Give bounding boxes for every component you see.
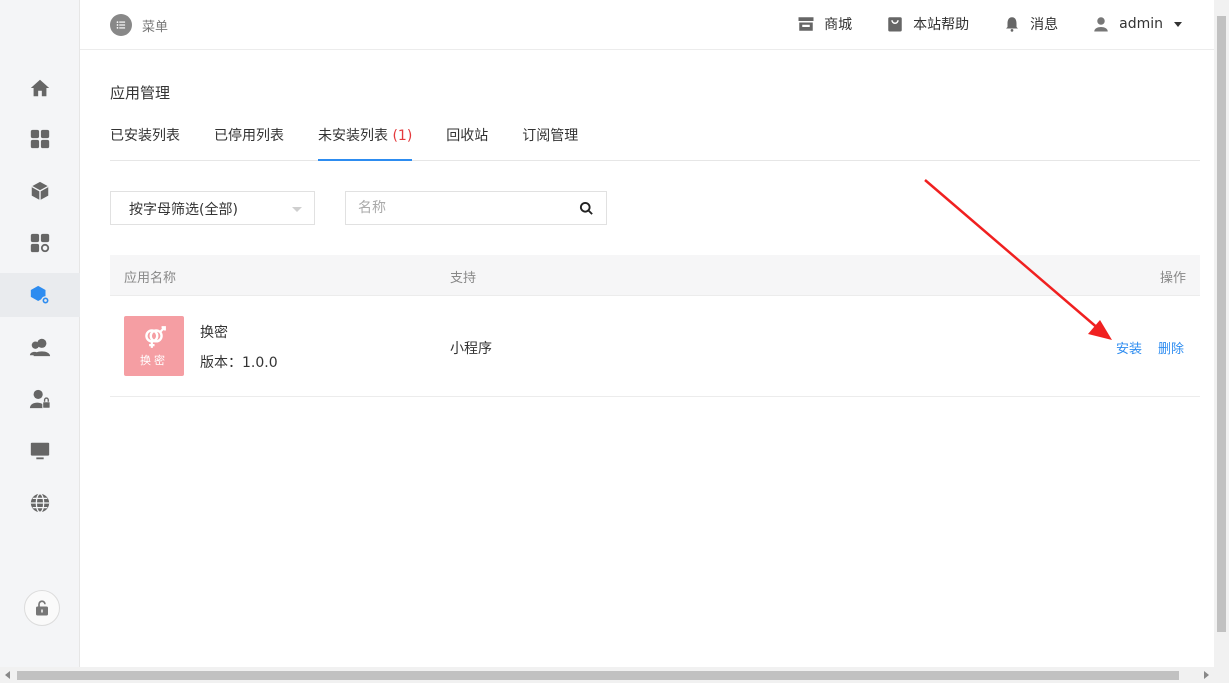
scrollbar-corner: [1214, 667, 1229, 683]
caret-down-icon: [1174, 21, 1182, 27]
tab-label: 已安装列表: [110, 128, 180, 144]
sidebar-item-permissions[interactable]: [0, 377, 80, 421]
cube-icon: [31, 181, 49, 201]
grid-icon: [30, 129, 50, 149]
lock-icon: [36, 600, 48, 616]
user-label: admin: [1119, 16, 1163, 32]
column-header-support: 支持: [450, 271, 477, 286]
tab-recycle-bin[interactable]: 回收站: [446, 126, 488, 161]
tab-bar: 已安装列表 已停用列表 未安装列表 (1) 回收站 订阅管理: [110, 126, 1200, 161]
menu-toggle[interactable]: 菜单: [110, 14, 168, 36]
sidebar-item-app-management[interactable]: [0, 273, 80, 317]
horizontal-scrollbar[interactable]: [0, 667, 1214, 683]
tab-count-badge: (1): [392, 128, 413, 144]
sidebar-item-home[interactable]: [0, 66, 80, 110]
top-bar: 菜单 商城 本站帮助 消息 admin: [80, 0, 1214, 50]
shop-label: 商城: [824, 17, 853, 33]
sidebar-item-web[interactable]: [0, 481, 80, 525]
page-title: 应用管理: [110, 84, 171, 102]
tab-label: 未安装列表: [318, 128, 388, 144]
globe-icon: [30, 493, 50, 513]
delete-button[interactable]: 删除: [1158, 338, 1184, 357]
column-header-app-name: 应用名称: [124, 271, 177, 286]
horizontal-scrollbar-thumb[interactable]: [17, 671, 1179, 680]
home-icon: [30, 79, 50, 97]
search-input[interactable]: [346, 192, 566, 224]
chevron-down-icon: [292, 207, 302, 212]
install-button[interactable]: 安装: [1116, 338, 1142, 357]
tab-label: 已停用列表: [214, 128, 284, 144]
tab-label: 回收站: [446, 128, 489, 144]
help-label: 本站帮助: [913, 17, 970, 33]
sidebar-item-display[interactable]: [0, 429, 80, 473]
tab-installed[interactable]: 已安装列表: [110, 126, 180, 161]
messages-label: 消息: [1030, 17, 1059, 33]
tab-disabled[interactable]: 已停用列表: [214, 126, 284, 161]
tab-uninstalled[interactable]: 未安装列表 (1): [318, 126, 413, 161]
app-logo: 换密: [124, 316, 184, 376]
bell-icon: [1006, 17, 1019, 32]
messages-link[interactable]: 消息: [1003, 14, 1058, 34]
app-version: 版本：1.0.0: [200, 355, 278, 371]
app-logo-text: 换密: [140, 354, 168, 367]
sidebar-item-dashboard[interactable]: [0, 117, 80, 161]
arrow-left-icon[interactable]: [4, 671, 12, 679]
letter-filter-select[interactable]: 按字母筛选(全部): [110, 191, 315, 225]
tab-label: 订阅管理: [522, 128, 579, 144]
vertical-scrollbar-thumb[interactable]: [1217, 16, 1226, 632]
app-name: 换密: [200, 325, 228, 341]
gender-symbol-icon: [145, 326, 166, 348]
grid-gear-icon: [30, 233, 50, 253]
app-support: 小程序: [450, 341, 492, 357]
list-icon: [110, 14, 132, 36]
monitor-icon: [30, 442, 50, 460]
tab-subscriptions[interactable]: 订阅管理: [522, 126, 578, 161]
shop-link[interactable]: 商城: [797, 14, 852, 34]
user-icon: [1094, 17, 1108, 32]
menu-label: 菜单: [142, 19, 169, 35]
sidebar-item-apps-settings[interactable]: [0, 221, 80, 265]
sidebar: [0, 0, 80, 667]
user-menu[interactable]: admin: [1092, 14, 1182, 34]
vertical-scrollbar[interactable]: [1214, 0, 1229, 667]
table-row: 换密 换密 版本：1.0.0 小程序 安装 删除: [110, 296, 1200, 397]
store-icon: [798, 17, 814, 31]
help-link[interactable]: 本站帮助: [886, 14, 969, 34]
sidebar-item-users[interactable]: [0, 325, 80, 369]
arrow-right-icon[interactable]: [1202, 671, 1210, 679]
search-box: [345, 191, 607, 225]
shopping-bag-icon: [888, 17, 902, 32]
sidebar-item-products[interactable]: [0, 169, 80, 213]
lock-screen-button[interactable]: [24, 590, 60, 626]
table-header: 应用名称 支持 操作: [110, 255, 1200, 296]
search-icon[interactable]: [579, 201, 594, 216]
user-lock-icon: [29, 389, 51, 409]
letter-filter-value: 按字母筛选(全部): [129, 202, 238, 218]
users-icon: [29, 338, 51, 357]
cube-gear-icon: [30, 285, 50, 305]
column-header-actions: 操作: [1159, 271, 1186, 286]
